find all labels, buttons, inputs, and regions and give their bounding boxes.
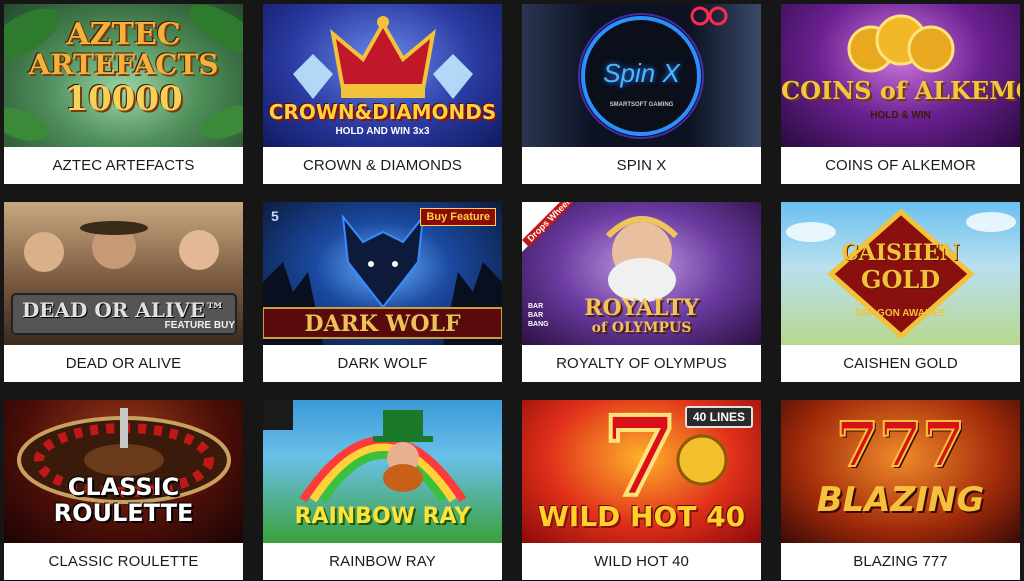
game-title[interactable]: COINS OF ALKEMOR [781,147,1020,184]
game-thumbnail[interactable]: CAISHEN GOLD DRAGON AWAKES [781,202,1020,345]
buy-feature-badge: Buy Feature [420,208,496,226]
logo-line: CLASSIC [67,473,180,501]
game-thumbnail[interactable]: CLASSIC ROULETTE [4,400,243,543]
game-tagline: DRAGON AWAKES [855,308,946,319]
game-logo: AZTEC ARTEFACTS 10000 [4,17,243,119]
game-card-crown-diamonds[interactable]: CROWN&DIAMONDS HOLD AND WIN 3x3 CROWN & … [263,4,502,184]
game-title[interactable]: DEAD OR ALIVE [4,345,243,382]
game-title[interactable]: AZTEC ARTEFACTS [4,147,243,184]
game-card-wild-hot-40[interactable]: 7 40 LINES WILD HOT 40 WILD HOT 40 [522,400,761,580]
game-logo: DEAD OR ALIVE™ [21,298,226,322]
game-logo: 777 BLAZING [781,408,1020,521]
game-logo: WILD HOT 40 [537,500,746,533]
logo-line: GOLD [860,265,941,294]
logo-line: of OLYMPUS [591,320,692,336]
game-thumbnail[interactable]: COINS of ALKEMOR HOLD & WIN [781,4,1020,147]
logo-line: 10000 [64,79,183,119]
game-logo: ROYALTY of OLYMPUS [522,296,761,336]
game-thumbnail[interactable]: RAINBOW RAY [263,400,502,543]
game-card-royalty-of-olympus[interactable]: Drops Wheels BAR BAR BANG ROYALTY of OLY… [522,202,761,382]
game-card-coins-of-alkemor[interactable]: COINS of ALKEMOR HOLD & WIN COINS OF ALK… [781,4,1020,184]
provider-logo: SMARTSOFT GAMING [609,102,674,108]
game-title[interactable]: RAINBOW RAY [263,543,502,580]
game-thumbnail[interactable]: Buy Feature 5 DARK WOLF [263,202,502,345]
game-title[interactable]: CAISHEN GOLD [781,345,1020,382]
game-card-aztec-artefacts[interactable]: AZTEC ARTEFACTS 10000 AZTEC ARTEFACTS [4,4,243,184]
logo-line: CAISHEN [841,240,960,266]
game-thumbnail[interactable]: Spin X SMARTSOFT GAMING [522,4,761,147]
game-title[interactable]: WILD HOT 40 [522,543,761,580]
logo-line: ARTEFACTS [28,48,219,81]
game-thumbnail[interactable]: DEAD OR ALIVE™ FEATURE BUY [4,202,243,345]
game-thumbnail[interactable]: CROWN&DIAMONDS HOLD AND WIN 3x3 [263,4,502,147]
game-logo: DARK WOLF [304,311,461,337]
game-logo: RAINBOW RAY [294,504,471,529]
game-card-blazing-777[interactable]: 777 BLAZING BLAZING 777 [781,400,1020,580]
lines-badge: 40 LINES [684,406,753,428]
game-thumbnail[interactable]: Drops Wheels BAR BAR BANG ROYALTY of OLY… [522,202,761,345]
game-card-dead-or-alive[interactable]: DEAD OR ALIVE™ FEATURE BUY DEAD OR ALIVE [4,202,243,382]
game-thumbnail[interactable]: 777 BLAZING [781,400,1020,543]
logo-line: 777 [835,408,966,481]
game-title[interactable]: SPIN X [522,147,761,184]
game-title[interactable]: DARK WOLF [263,345,502,382]
game-title[interactable]: ROYALTY OF OLYMPUS [522,345,761,382]
number-badge: 5 [271,208,279,224]
game-logo: Spin X [603,58,680,88]
game-title[interactable]: CROWN & DIAMONDS [263,147,502,184]
logo-line: BLAZING [816,480,985,520]
game-logo: CLASSIC ROULETTE [4,474,243,526]
game-logo: CAISHEN GOLD [781,240,1020,294]
game-tagline: HOLD & WIN [870,110,931,121]
game-title[interactable]: BLAZING 777 [781,543,1020,580]
game-card-spin-x[interactable]: Spin X SMARTSOFT GAMING SPIN X [522,4,761,184]
logo-line: ROYALTY [584,295,699,321]
game-thumbnail[interactable]: AZTEC ARTEFACTS 10000 [4,4,243,147]
game-thumbnail[interactable]: 7 40 LINES WILD HOT 40 [522,400,761,543]
game-card-classic-roulette[interactable]: CLASSIC ROULETTE CLASSIC ROULETTE [4,400,243,580]
game-card-rainbow-ray[interactable]: RAINBOW RAY RAINBOW RAY [263,400,502,580]
feature-buy-badge: FEATURE BUY [164,320,235,331]
game-logo: CROWN&DIAMONDS [268,100,497,124]
game-card-caishen-gold[interactable]: CAISHEN GOLD DRAGON AWAKES CAISHEN GOLD [781,202,1020,382]
logo-line: AZTEC [66,17,181,52]
game-card-dark-wolf[interactable]: Buy Feature 5 DARK WOLF DARK WOLF [263,202,502,382]
logo-line: ROULETTE [53,499,194,527]
game-logo: COINS of ALKEMOR [781,76,1020,105]
game-grid: AZTEC ARTEFACTS 10000 AZTEC ARTEFACTS CR… [0,0,1024,581]
game-tagline: HOLD AND WIN 3x3 [335,126,430,137]
game-title[interactable]: CLASSIC ROULETTE [4,543,243,580]
